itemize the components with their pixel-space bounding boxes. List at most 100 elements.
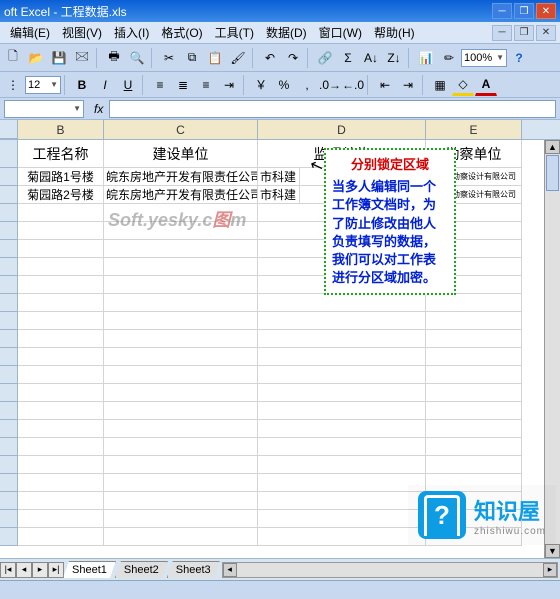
cell-c[interactable]: 皖东房地产开发有限责任公司 <box>104 186 258 204</box>
scroll-right-icon[interactable]: ▸ <box>543 563 557 577</box>
tab-prev-icon[interactable]: ◂ <box>16 562 32 578</box>
increase-decimal-icon[interactable]: .0→ <box>319 74 341 96</box>
undo-icon[interactable]: ↶ <box>259 47 281 69</box>
row-header[interactable] <box>0 186 18 204</box>
autosum-icon[interactable]: Σ <box>337 47 359 69</box>
cell[interactable] <box>18 294 104 312</box>
align-right-icon[interactable]: ≡ <box>195 74 217 96</box>
cell[interactable] <box>104 204 258 222</box>
cell[interactable] <box>104 420 258 438</box>
tab-last-icon[interactable]: ▸| <box>48 562 64 578</box>
hyperlink-icon[interactable]: 🔗 <box>314 47 336 69</box>
cell[interactable] <box>18 240 104 258</box>
menu-window[interactable]: 窗口(W) <box>313 24 368 41</box>
cell[interactable] <box>258 438 426 456</box>
drawing-icon[interactable]: ✏ <box>438 47 460 69</box>
row-header[interactable] <box>0 384 18 402</box>
cell[interactable] <box>258 294 426 312</box>
redo-icon[interactable]: ↷ <box>282 47 304 69</box>
doc-minimize-button[interactable]: ─ <box>492 25 512 41</box>
minimize-button[interactable]: ─ <box>492 3 512 19</box>
cell-d-partial[interactable]: 市科建 <box>258 186 300 204</box>
cell[interactable] <box>18 348 104 366</box>
print-icon[interactable]: 🖶 <box>103 47 125 69</box>
cell[interactable] <box>258 528 426 546</box>
cell[interactable] <box>18 474 104 492</box>
row-header[interactable] <box>0 312 18 330</box>
row-header[interactable] <box>0 510 18 528</box>
sheet-tab-2[interactable]: Sheet2 <box>115 561 168 578</box>
scroll-thumb[interactable] <box>546 155 559 191</box>
row-header[interactable] <box>0 456 18 474</box>
cell[interactable] <box>104 510 258 528</box>
cell[interactable] <box>426 294 522 312</box>
cut-icon[interactable]: ✂ <box>158 47 180 69</box>
fx-label[interactable]: fx <box>88 102 109 116</box>
decrease-decimal-icon[interactable]: ←.0 <box>342 74 364 96</box>
menu-view[interactable]: 视图(V) <box>56 24 108 41</box>
cell[interactable] <box>104 348 258 366</box>
row-header[interactable] <box>0 204 18 222</box>
new-icon[interactable]: 🗋 <box>2 47 24 69</box>
cell-d-partial[interactable]: 市科建 <box>258 168 300 186</box>
cell[interactable] <box>258 366 426 384</box>
menu-data[interactable]: 数据(D) <box>260 24 313 41</box>
cell[interactable] <box>426 456 522 474</box>
formula-bar[interactable] <box>109 100 556 118</box>
sort-asc-icon[interactable]: A↓ <box>360 47 382 69</box>
menu-help[interactable]: 帮助(H) <box>368 24 421 41</box>
font-dropdown-icon[interactable]: ⋮ <box>2 74 24 96</box>
cell[interactable] <box>426 330 522 348</box>
cell[interactable] <box>18 438 104 456</box>
row-header[interactable] <box>0 528 18 546</box>
row-header[interactable] <box>0 420 18 438</box>
cell[interactable] <box>18 420 104 438</box>
align-center-icon[interactable]: ≣ <box>172 74 194 96</box>
fill-color-icon[interactable]: ◇ <box>452 74 474 96</box>
cell[interactable] <box>18 366 104 384</box>
cell[interactable] <box>426 348 522 366</box>
name-box[interactable]: ▼ <box>4 100 84 118</box>
cell[interactable] <box>18 258 104 276</box>
cell[interactable] <box>258 456 426 474</box>
open-icon[interactable]: 📂 <box>25 47 47 69</box>
row-header[interactable] <box>0 258 18 276</box>
borders-icon[interactable]: ▦ <box>429 74 451 96</box>
zoom-combobox[interactable]: 100%▼ <box>461 49 507 67</box>
row-header[interactable] <box>0 366 18 384</box>
tab-first-icon[interactable]: |◂ <box>0 562 16 578</box>
menu-tools[interactable]: 工具(T) <box>209 24 260 41</box>
cell[interactable] <box>104 528 258 546</box>
sheet-tab-3[interactable]: Sheet3 <box>167 561 220 578</box>
scroll-up-icon[interactable]: ▲ <box>545 140 560 154</box>
col-header-b[interactable]: B <box>18 120 104 139</box>
row-header[interactable] <box>0 276 18 294</box>
maximize-button[interactable]: ❐ <box>514 3 534 19</box>
underline-button[interactable]: U <box>117 74 139 96</box>
cell-header-b[interactable]: 工程名称 <box>18 140 104 168</box>
cell[interactable] <box>18 204 104 222</box>
cell[interactable] <box>104 258 258 276</box>
cell[interactable] <box>104 330 258 348</box>
cell[interactable] <box>104 402 258 420</box>
italic-button[interactable]: I <box>94 74 116 96</box>
cell[interactable] <box>18 492 104 510</box>
row-header[interactable] <box>0 222 18 240</box>
cell[interactable] <box>258 492 426 510</box>
menu-format[interactable]: 格式(O) <box>155 24 208 41</box>
cell[interactable] <box>104 366 258 384</box>
cell[interactable] <box>426 420 522 438</box>
cell[interactable] <box>426 402 522 420</box>
row-header[interactable] <box>0 492 18 510</box>
row-header[interactable] <box>0 474 18 492</box>
cell[interactable] <box>18 312 104 330</box>
help-icon[interactable]: ? <box>508 47 530 69</box>
row-header[interactable] <box>0 330 18 348</box>
close-button[interactable]: ✕ <box>536 3 556 19</box>
format-painter-icon[interactable]: 🖌 <box>227 47 249 69</box>
scroll-down-icon[interactable]: ▼ <box>545 544 560 558</box>
cell[interactable] <box>18 276 104 294</box>
cell[interactable] <box>18 330 104 348</box>
cell[interactable] <box>18 528 104 546</box>
cell[interactable] <box>18 510 104 528</box>
